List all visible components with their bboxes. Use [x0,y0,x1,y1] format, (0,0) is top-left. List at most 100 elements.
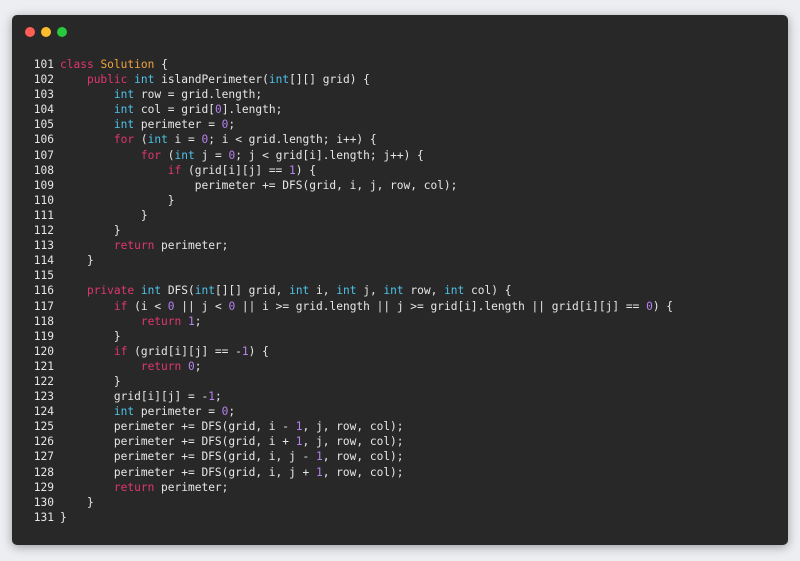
code-token: i = [167,133,202,147]
code-token: int [268,73,290,87]
close-button[interactable] [25,27,35,37]
code-text: return 1; [54,314,202,329]
code-line: 128 perimeter += DFS(grid, i, j + 1, row… [12,465,673,480]
code-token: int [194,284,215,298]
code-line: 122 } [12,374,673,389]
code-token: j = [194,148,229,162]
code-text: if (grid[i][j] == 1) { [54,163,316,178]
line-number: 105 [33,118,54,132]
code-token: int [147,133,168,147]
code-text: int col = grid[0].length; [54,102,282,117]
code-token: } [60,329,121,343]
code-line: 113 return perimeter; [12,238,673,253]
code-line: 124 int perimeter = 0; [12,404,673,419]
code-token: perimeter += DFS(grid, i, j + [60,465,316,479]
code-token: DFS( [161,284,195,298]
line-number: 109 [33,178,54,192]
code-text: } [54,510,67,525]
minimize-button[interactable] [41,27,51,37]
code-text: } [54,329,121,344]
code-token: 1 [208,390,215,404]
code-token: ; j < grid[i].length; j++) { [235,148,424,162]
code-token: [][] grid) { [289,73,370,87]
code-token: col = grid[ [134,103,215,117]
code-token: ; [194,314,202,328]
code-line: 102 public int islandPerimeter(int[][] g… [12,72,673,87]
code-token: perimeter += DFS(grid, i - [60,420,296,434]
line-number: 111 [33,208,54,222]
code-token: return [140,314,182,328]
code-line: 126 perimeter += DFS(grid, i + 1, j, row… [12,434,673,449]
code-token: (grid[i][j] == [181,163,290,177]
line-number: 104 [33,103,54,117]
code-token: row, [403,284,445,298]
code-line: 114 } [12,253,673,268]
line-number: 115 [33,269,54,283]
line-number: 128 [33,465,54,479]
code-token: ; [228,405,236,419]
code-text: perimeter += DFS(grid, i, j + 1, row, co… [54,465,404,480]
code-line: 110 } [12,193,673,208]
code-token: ) { [248,344,269,358]
code-line: 106 for (int i = 0; i < grid.length; i++… [12,132,673,147]
maximize-button[interactable] [57,27,67,37]
code-line: 119 } [12,329,673,344]
code-text: class Solution { [54,57,168,72]
code-token: 0 [646,299,653,313]
code-token: [][] grid, [214,284,290,298]
line-number: 126 [33,435,54,449]
code-line: 105 int perimeter = 0; [12,117,673,132]
code-token: ; [194,359,202,373]
code-text: grid[i][j] = -1; [54,389,222,404]
code-token: int [113,103,135,117]
code-token: return [113,480,155,494]
code-text: for (int j = 0; j < grid[i].length; j++)… [54,148,424,163]
code-token: (i < [127,299,168,313]
code-token: 1 [315,450,323,464]
code-line: 131} [12,510,673,525]
code-token: grid[i][j] = - [60,390,209,404]
code-line: 111 } [12,208,673,223]
code-token: ) { [652,299,674,313]
code-token: public [86,73,128,87]
line-number: 116 [33,284,54,298]
code-token: || i >= grid.length || j >= grid[i].leng… [235,299,647,313]
code-token: if [113,299,128,313]
code-token: ; [228,118,236,132]
code-line: 121 return 0; [12,359,673,374]
code-token: ; i < grid.length; i++) { [208,133,377,147]
code-token: perimeter += DFS(grid, i + [60,435,296,449]
code-token: 1 [315,465,323,479]
code-token: islandPerimeter( [154,73,269,87]
line-number: 107 [33,148,54,162]
code-text: } [54,374,121,389]
code-token: } [60,374,121,388]
code-token: int [113,88,135,102]
line-number: 114 [33,254,54,268]
code-text: return perimeter; [54,480,229,495]
code-token: } [60,254,94,268]
code-token: (grid[i][j] == - [127,344,242,358]
line-number: 127 [33,450,54,464]
code-text: int row = grid.length; [54,87,262,102]
line-number: 125 [33,420,54,434]
line-number: 120 [33,344,54,358]
code-token: perimeter += DFS(grid, i, j - [60,450,316,464]
code-text: int perimeter = 0; [54,117,235,132]
code-token: ].length; [221,103,283,117]
code-token: if [113,344,128,358]
code-token: row = grid.length; [134,88,263,102]
line-number: 122 [33,374,54,388]
line-number: 117 [33,299,54,313]
code-block[interactable]: 1 0 1 class Solution {102 public int island… [12,57,673,525]
code-text: } [54,208,148,223]
code-token: ( [134,133,148,147]
